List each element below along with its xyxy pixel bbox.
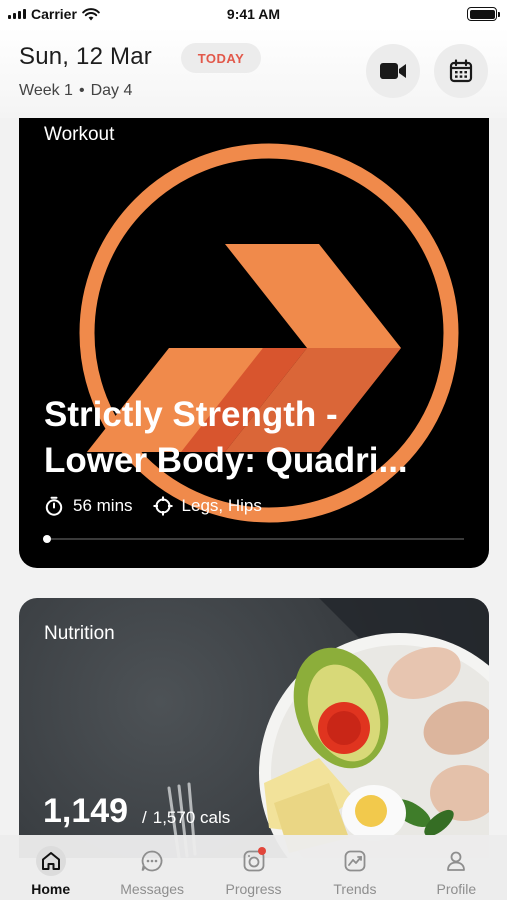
tab-progress[interactable]: Progress [203, 835, 304, 900]
week-day-info: Week 1 • Day 4 [19, 82, 132, 100]
tab-profile[interactable]: Profile [406, 835, 507, 900]
header: Sun, 12 Mar TODAY Week 1 • Day 4 [0, 28, 507, 118]
wifi-icon [82, 7, 100, 20]
duration-item: 56 mins [44, 496, 133, 516]
tab-home[interactable]: Home [0, 835, 101, 900]
tab-trends[interactable]: Trends [304, 835, 405, 900]
workout-label: Workout [44, 124, 115, 145]
workout-progress-indicator [43, 535, 51, 543]
progress-notification-dot [257, 847, 266, 855]
date-title: Sun, 12 Mar [19, 43, 152, 70]
video-call-button[interactable] [366, 44, 420, 98]
crosshair-icon [153, 496, 173, 516]
duration-label: 56 mins [73, 496, 133, 515]
trends-icon [344, 850, 366, 872]
nutrition-label: Nutrition [44, 623, 115, 644]
workout-title-line-1: Strictly Strength - [44, 395, 338, 434]
workout-meta: 56 mins Legs, Hips [44, 496, 282, 516]
carrier-label: Carrier [31, 6, 77, 22]
separator-dot: • [78, 82, 85, 99]
week-label: Week 1 [19, 82, 73, 99]
calories-target: /1,570 cals [142, 808, 231, 827]
calories-consumed: 1,149 [43, 792, 129, 830]
tab-home-label: Home [31, 881, 71, 897]
tab-messages-label: Messages [120, 881, 185, 897]
home-icon [41, 852, 60, 870]
workout-title: Strictly Strength - Lower Body: Quadri..… [44, 392, 484, 484]
calendar-icon [449, 59, 473, 83]
signal-icon [8, 9, 26, 19]
battery-icon [467, 7, 500, 21]
tab-profile-label: Profile [436, 881, 477, 897]
calendar-button[interactable] [434, 44, 488, 98]
target-label: Legs, Hips [181, 496, 262, 515]
calories-target-value: 1,570 cals [152, 808, 231, 827]
nutrition-card[interactable]: Nutrition 1,149 /1,570 cals [19, 598, 489, 858]
status-bar: Carrier 9:41 AM [0, 0, 507, 28]
workout-title-line-2: Lower Body: Quadri... [44, 441, 408, 480]
tab-bar: Home Messages Progress Trends Profile [0, 835, 507, 900]
stopwatch-icon [45, 496, 63, 516]
day-label: Day 4 [90, 82, 133, 99]
tab-progress-label: Progress [225, 881, 282, 897]
workout-progress-track [43, 538, 464, 540]
profile-icon [447, 851, 466, 871]
target-item: Legs, Hips [153, 496, 262, 516]
workout-card[interactable]: Workout Strictly Strength - Lower Body: … [19, 118, 489, 568]
video-camera-icon [380, 63, 406, 79]
tab-trends-label: Trends [333, 881, 377, 897]
tab-messages[interactable]: Messages [101, 835, 202, 900]
messages-icon [141, 850, 163, 872]
today-badge[interactable]: TODAY [181, 43, 261, 73]
